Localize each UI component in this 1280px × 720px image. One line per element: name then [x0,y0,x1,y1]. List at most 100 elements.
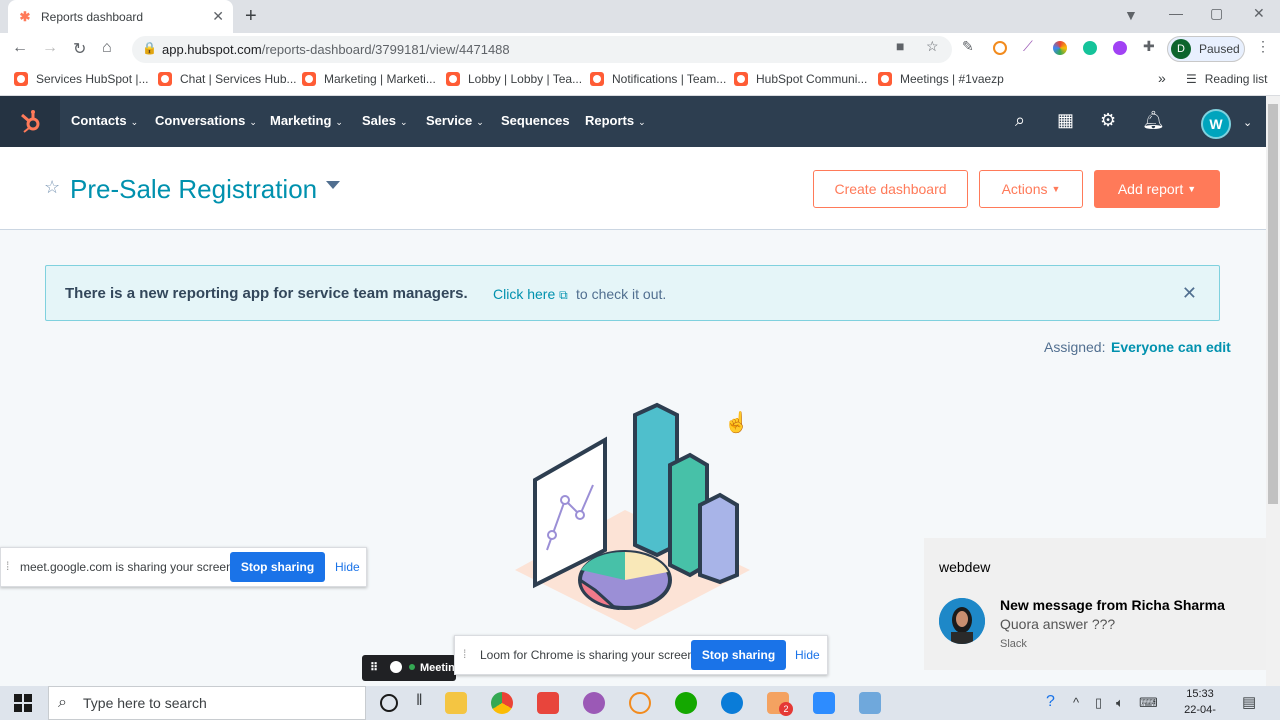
anydesk-icon[interactable] [537,692,559,714]
forward-icon[interactable]: → [42,39,58,57]
page-scrollbar[interactable] [1266,96,1280,686]
cortana-icon[interactable] [380,694,398,712]
nav-reports[interactable]: Reports ⌄ [585,113,646,128]
create-dashboard-button[interactable]: Create dashboard [813,170,968,208]
nav-service[interactable]: Service ⌄ [426,113,484,128]
tab-search-icon[interactable]: ▼ [1124,7,1138,23]
file-explorer-icon[interactable] [445,692,467,714]
account-chevron-icon[interactable]: ⌄ [1243,116,1252,129]
upwork-icon[interactable] [675,692,697,714]
windows-start-icon[interactable] [14,694,32,712]
minimize-icon[interactable]: — [1169,5,1183,21]
favorite-star-icon[interactable]: ☆ [44,177,60,198]
stop-sharing-button[interactable]: Stop sharing [691,640,786,670]
add-report-button[interactable]: Add report ▼ [1094,170,1220,208]
stop-sharing-button[interactable]: Stop sharing [230,552,325,582]
bookmark-item[interactable]: HubSpot Communi... [734,72,867,86]
close-banner-icon[interactable]: ✕ [1182,283,1197,304]
home-icon[interactable]: ⌂ [102,39,112,57]
reading-list-label: Reading list [1204,72,1268,86]
volume-icon[interactable]: 🔈︎ [1116,695,1124,711]
meeting-mini-bar[interactable]: ⠿ Meetin [362,655,456,681]
taskbar-search-input[interactable]: ⌕ Type here to search [48,686,366,720]
actions-button[interactable]: Actions ▼ [979,170,1083,208]
extension-feather-icon[interactable]: ⟋ [1023,38,1033,55]
profile-status: Paused [1199,42,1240,56]
more-bookmarks-icon[interactable]: » [1158,70,1166,86]
taskbar-clock[interactable]: 15:33 22-04-2021 [1172,686,1228,720]
bookmark-item[interactable]: Chat | Services Hub... [158,72,297,86]
close-tab-icon[interactable]: ✕ [212,8,224,25]
task-app-icon[interactable] [629,692,651,714]
hubspot-bookmark-icon [302,72,316,86]
nav-marketing[interactable]: Marketing ⌄ [270,113,343,128]
dashboard-switcher-caret-icon[interactable] [326,181,340,189]
drag-handle-icon[interactable]: ⁞ [463,647,466,661]
nav-conversations[interactable]: Conversations ⌄ [155,113,257,128]
notification-title: New message from Richa Sharma [1000,597,1225,613]
back-icon[interactable]: ← [12,39,28,57]
show-hidden-icons-chevron-icon[interactable]: ^ [1073,695,1079,710]
hide-button[interactable]: Hide [335,560,360,574]
bookmark-star-icon[interactable]: ☆ [926,38,939,55]
extension-check-icon[interactable] [993,41,1007,55]
action-center-icon[interactable]: ▤ [1242,693,1256,711]
bookmark-item[interactable]: Marketing | Marketi... [302,72,436,86]
marketplace-icon[interactable]: ▦ [1057,110,1074,131]
assigned-value-link[interactable]: Everyone can edit [1111,339,1231,355]
settings-gear-icon[interactable]: ⚙ [1100,110,1116,131]
banner-suffix: to check it out. [576,286,667,302]
task-view-icon[interactable]: ‖ [416,692,423,710]
bookmark-item[interactable]: Notifications | Team... [590,72,726,86]
new-tab-icon[interactable]: + [245,5,257,28]
help-icon[interactable]: ? [1046,693,1055,711]
notification-app: webdew [939,559,991,575]
address-bar[interactable]: 🔒 app.hubspot.com/reports-dashboard/3799… [132,36,952,63]
search-icon[interactable]: ⌕ [1015,110,1025,131]
hide-button[interactable]: Hide [795,648,820,662]
grammarly-icon[interactable] [1083,41,1097,55]
reload-icon[interactable]: ↻ [73,39,86,59]
external-link-icon: ⧉ [559,288,568,302]
banner-link[interactable]: Click here ⧉ [493,286,568,303]
profile-button[interactable]: D Paused [1167,36,1245,62]
nav-contacts[interactable]: Contacts ⌄ [71,113,138,128]
reading-list-button[interactable]: ☰ Reading list [1186,72,1267,86]
edge-icon[interactable] [721,692,743,714]
maximize-icon[interactable]: ▢ [1210,5,1223,22]
drag-handle-icon[interactable]: ⠿ [370,661,378,674]
zoom-icon[interactable] [813,692,835,714]
extensions-puzzle-icon[interactable]: ✚ [1143,38,1155,55]
slack-notification-toast[interactable]: webdew New message from Richa Sharma Quo… [924,538,1266,670]
hubspot-logo-icon[interactable] [0,96,60,147]
chrome-menu-icon[interactable]: ⋮ [1256,38,1270,55]
notification-source: Slack [1000,638,1027,650]
app-icon[interactable] [583,692,605,714]
windows-taskbar: ⌕ Type here to search ‖ 2 ? ^ ▯ 🔈︎ ⌨ 15:… [0,686,1280,720]
info-banner: There is a new reporting app for service… [45,265,1220,321]
drag-handle-icon[interactable]: ⁞ [6,559,9,573]
bookmark-item[interactable]: Meetings | #1vaezp [878,72,1004,86]
camera-icon[interactable]: ■ [896,38,904,54]
close-window-icon[interactable]: ✕ [1253,5,1265,22]
app-window-icon[interactable] [859,692,881,714]
keyboard-icon[interactable]: ⌨ [1139,695,1158,711]
notifications-bell-icon[interactable]: 🔔︎ [1142,110,1165,131]
bookmark-item[interactable]: Services HubSpot |... [14,72,149,86]
record-icon[interactable] [390,661,402,673]
hubspot-bookmark-icon [878,72,892,86]
chrome-icon[interactable] [491,692,513,714]
extension-pen-icon[interactable]: ✎ [962,38,974,55]
dashboard-title[interactable]: Pre-Sale Registration [70,174,317,205]
scrollbar-thumb[interactable] [1268,104,1278,504]
extension-color-icon[interactable] [1053,41,1067,55]
browser-tab[interactable]: ✱ Reports dashboard ✕ [8,0,233,33]
nav-sequences[interactable]: Sequences [501,113,570,128]
bookmark-item[interactable]: Lobby | Lobby | Tea... [446,72,582,86]
device-icon[interactable]: ▯ [1095,695,1102,711]
nav-sales[interactable]: Sales ⌄ [362,113,408,128]
slack-icon[interactable]: 2 [767,692,793,716]
empty-dashboard-illustration [515,402,750,630]
account-avatar[interactable]: W [1201,109,1231,139]
extension-flower-icon[interactable] [1113,41,1127,55]
